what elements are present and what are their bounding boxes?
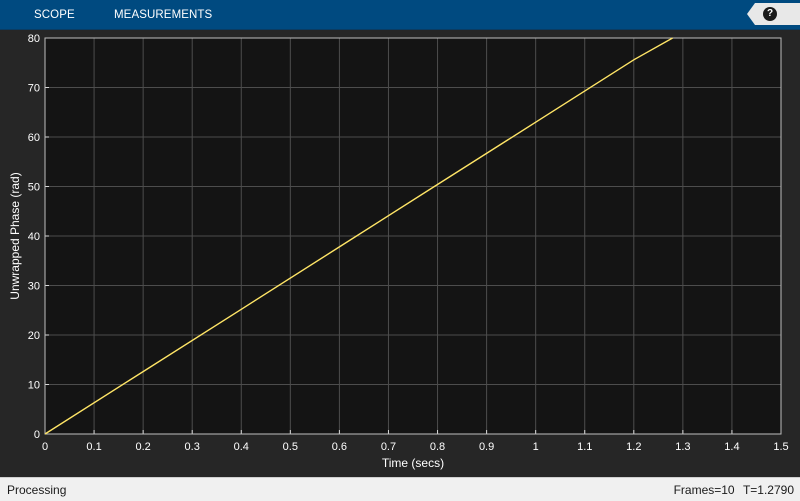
tab-scope[interactable]: SCOPE [34, 0, 75, 29]
x-tick-label: 0.5 [283, 441, 298, 453]
x-tick-label: 0.9 [479, 441, 494, 453]
x-tick-label: 1.4 [724, 441, 739, 453]
y-tick-label: 10 [28, 380, 40, 392]
x-axis-label: Time (secs) [382, 456, 444, 470]
y-tick-label: 30 [28, 281, 40, 293]
x-tick-label: 0.4 [234, 441, 249, 453]
x-tick-label: 0 [42, 441, 48, 453]
tab-measurements[interactable]: MEASUREMENTS [114, 0, 212, 29]
x-tick-label: 0.1 [86, 441, 101, 453]
x-tick-label: 0.3 [185, 441, 200, 453]
x-tick-label: 0.6 [332, 441, 347, 453]
y-axis-label: Unwrapped Phase (rad) [8, 172, 22, 299]
x-tick-label: 0.7 [381, 441, 396, 453]
y-tick-label: 80 [28, 33, 40, 45]
status-text: Processing [7, 483, 67, 497]
status-readout: Frames=10 T=1.2790 [669, 483, 794, 497]
x-tick-label: 1 [533, 441, 539, 453]
x-tick-label: 1.5 [773, 441, 788, 453]
help-icon[interactable]: ? [763, 7, 777, 21]
help-panel: ? [747, 3, 800, 25]
frames-readout: Frames=10 [673, 483, 735, 497]
x-tick-label: 1.3 [675, 441, 690, 453]
x-tick-label: 0.8 [430, 441, 445, 453]
scope-chart[interactable]: 0 0.1 0.2 0.3 0.4 0.5 0.6 0.7 0.8 0.9 1 1.1 1.2 1.3 1.… [0, 30, 800, 476]
status-bar: Processing Frames=10 T=1.2790 [0, 477, 800, 501]
y-tick-label: 70 [28, 83, 40, 95]
time-readout: T=1.2790 [742, 483, 794, 497]
y-tick-label: 20 [28, 330, 40, 342]
y-tick-label: 0 [34, 429, 40, 441]
y-tick-label: 60 [28, 132, 40, 144]
y-tick-label: 50 [28, 182, 40, 194]
x-tick-label: 0.2 [135, 441, 150, 453]
x-tick-label: 1.1 [577, 441, 592, 453]
y-tick-label: 40 [28, 231, 40, 243]
plot-area: 0 0.1 0.2 0.3 0.4 0.5 0.6 0.7 0.8 0.9 1 1.1 1.2 1.3 1.… [0, 30, 800, 476]
toolstrip: SCOPE MEASUREMENTS ? [0, 0, 800, 30]
x-tick-label: 1.2 [626, 441, 641, 453]
